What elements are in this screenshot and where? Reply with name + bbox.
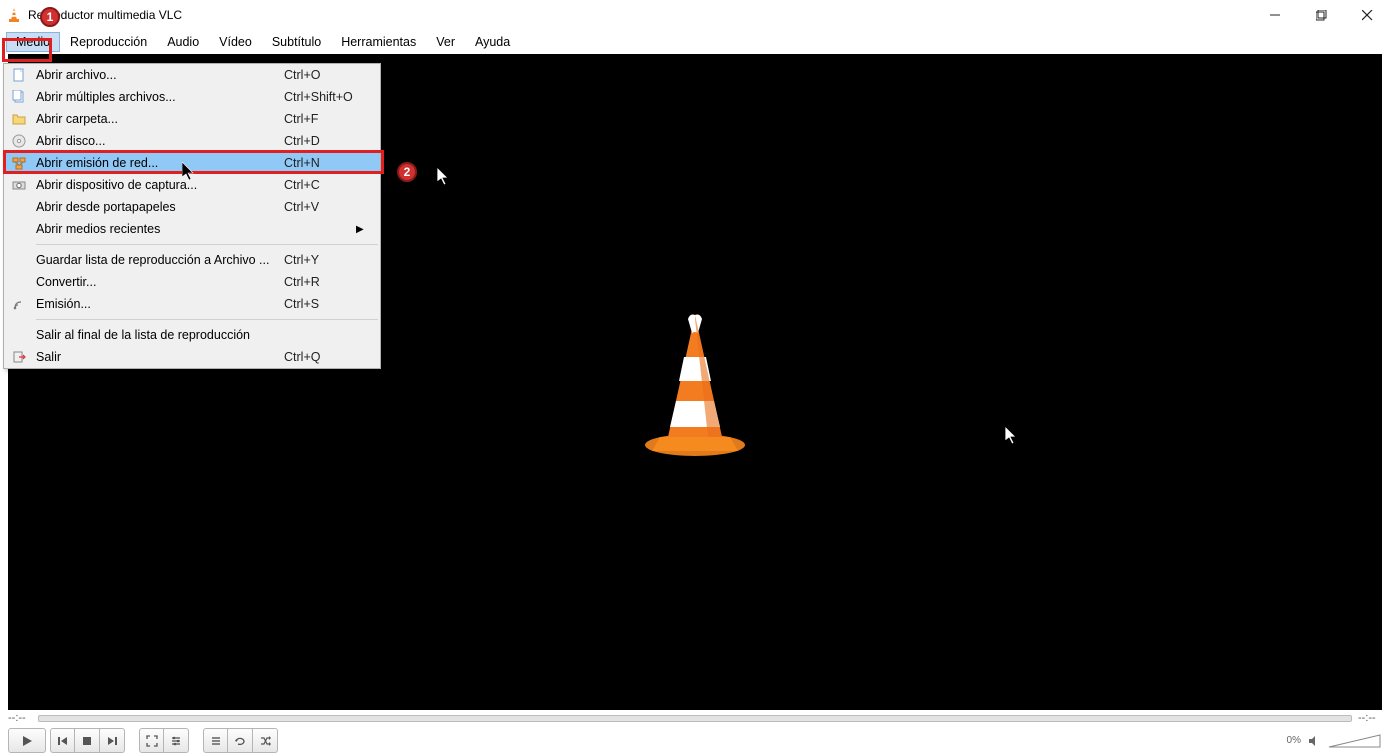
volume-area: 0% [1287,731,1382,751]
menu-video[interactable]: Vídeo [209,32,262,52]
volume-slider[interactable] [1327,731,1382,751]
minimize-button[interactable] [1252,0,1298,30]
disc-icon [4,134,34,148]
volume-percent: 0% [1287,735,1301,746]
seek-row: --:-- --:-- [0,710,1390,726]
loop-button[interactable] [228,728,253,753]
elapsed-time: --:-- [8,712,32,724]
annotation-marker-1: 1 [40,7,60,27]
playlist-button[interactable] [203,728,228,753]
previous-button[interactable] [50,728,75,753]
close-button[interactable] [1344,0,1390,30]
quit-icon [4,350,34,364]
menu-item-abrir-archivo[interactable]: Abrir archivo... Ctrl+O [4,64,380,86]
menu-ayuda[interactable]: Ayuda [465,32,520,52]
network-icon [4,156,34,170]
menu-audio[interactable]: Audio [157,32,209,52]
files-icon [4,90,34,104]
menu-item-salir[interactable]: Salir Ctrl+Q [4,346,380,368]
menu-item-abrir-carpeta[interactable]: Abrir carpeta... Ctrl+F [4,108,380,130]
menu-herramientas[interactable]: Herramientas [331,32,426,52]
vlc-cone-large-icon [630,307,760,457]
speaker-icon[interactable] [1307,734,1321,748]
menu-item-abrir-portapapeles[interactable]: Abrir desde portapapeles Ctrl+V [4,196,380,218]
menu-item-convertir[interactable]: Convertir... Ctrl+R [4,271,380,293]
player-controls-bar: --:-- --:-- 0% [0,710,1390,755]
seek-slider[interactable] [38,715,1352,722]
menu-item-guardar-lista[interactable]: Guardar lista de reproducción a Archivo … [4,249,380,271]
menu-item-abrir-emision-red[interactable]: Abrir emisión de red... Ctrl+N [4,152,380,174]
menu-item-abrir-disco[interactable]: Abrir disco... Ctrl+D [4,130,380,152]
capture-icon [4,178,34,192]
stream-icon [4,297,34,311]
maximize-button[interactable] [1298,0,1344,30]
menu-bar: Medio Reproducción Audio Vídeo Subtítulo… [0,30,1390,54]
menu-separator [36,319,378,320]
extended-settings-button[interactable] [164,728,189,753]
menu-item-salir-final-lista[interactable]: Salir al final de la lista de reproducci… [4,324,380,346]
menu-item-medios-recientes[interactable]: Abrir medios recientes ▶ [4,218,380,240]
folder-icon [4,112,34,126]
medio-dropdown-menu: Abrir archivo... Ctrl+O Abrir múltiples … [3,63,381,369]
menu-item-abrir-captura[interactable]: Abrir dispositivo de captura... Ctrl+C [4,174,380,196]
next-button[interactable] [100,728,125,753]
menu-medio[interactable]: Medio [6,32,60,52]
submenu-arrow-icon: ▶ [356,224,380,235]
total-time: --:-- [1358,712,1382,724]
menu-separator [36,244,378,245]
control-buttons-row: 0% [0,726,1390,755]
play-button[interactable] [8,728,46,753]
window-title: Reproductor multimedia VLC [28,8,1252,22]
menu-ver[interactable]: Ver [426,32,465,52]
annotation-marker-2: 2 [397,162,417,182]
title-bar: Reproductor multimedia VLC [0,0,1390,30]
window-controls [1252,0,1390,30]
menu-reproduccion[interactable]: Reproducción [60,32,157,52]
fullscreen-button[interactable] [139,728,164,753]
shuffle-button[interactable] [253,728,278,753]
file-icon [4,68,34,82]
menu-item-emision[interactable]: Emisión... Ctrl+S [4,293,380,315]
menu-item-abrir-multiples[interactable]: Abrir múltiples archivos... Ctrl+Shift+O [4,86,380,108]
menu-subtitulo[interactable]: Subtítulo [262,32,331,52]
vlc-cone-icon [6,7,22,23]
stop-button[interactable] [75,728,100,753]
